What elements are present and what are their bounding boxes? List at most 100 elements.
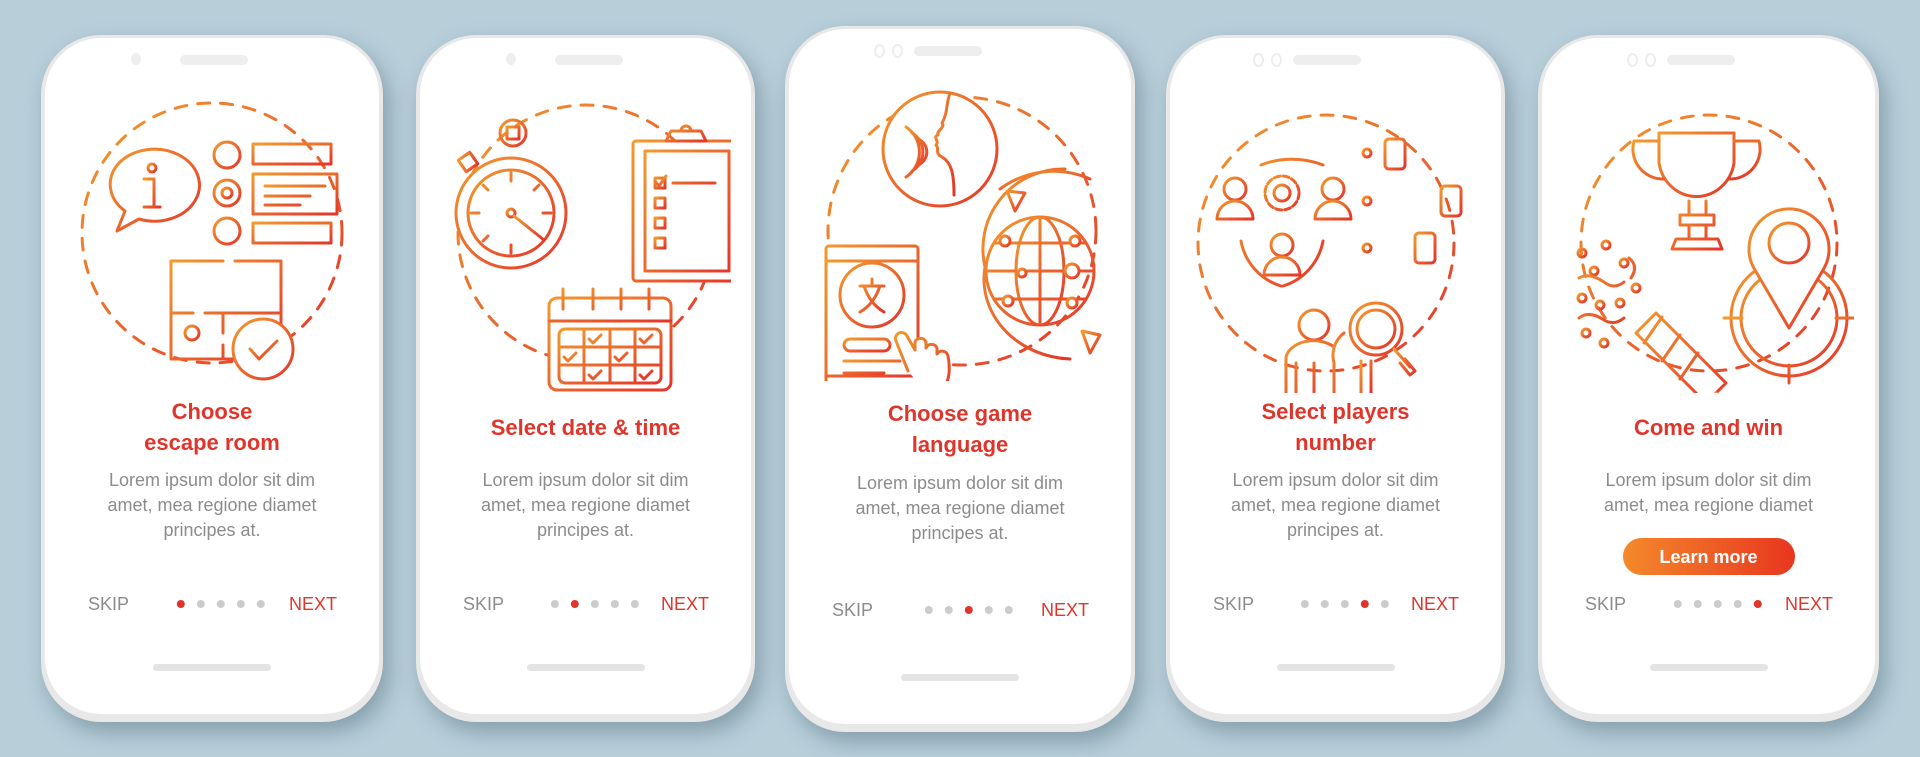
speaker-slot	[1667, 55, 1735, 65]
date-time-icon	[420, 93, 751, 423]
phone-screen: Choose escape room Lorem ipsum dolor sit…	[45, 38, 379, 714]
description-line: amet, mea regione diamet	[1603, 495, 1814, 515]
page-dot-4[interactable]	[984, 606, 993, 614]
skip-button[interactable]: SKIP	[832, 600, 873, 621]
page-dot-2[interactable]	[944, 606, 953, 614]
title-line: language	[911, 432, 1009, 457]
page-indicator	[924, 606, 1013, 614]
page-dot-5[interactable]	[630, 600, 639, 608]
camera-dot	[1253, 53, 1264, 67]
sensor-dot	[1645, 53, 1656, 67]
pager-nav: SKIP NEXT	[1542, 594, 1875, 618]
phone-screen: Select date & time Lorem ipsum dolor sit…	[420, 38, 751, 714]
next-button[interactable]: NEXT	[1785, 594, 1833, 615]
come-and-win-icon	[1542, 93, 1875, 423]
description-line: Lorem ipsum dolor sit dim	[856, 473, 1064, 493]
page-indicator	[176, 600, 265, 608]
description-line: principes at.	[536, 520, 635, 540]
screen-description: Lorem ipsum dolor sit dim amet, mea regi…	[440, 468, 731, 543]
home-indicator[interactable]	[1649, 664, 1768, 671]
description-line: principes at.	[163, 520, 261, 540]
camera-dot	[131, 53, 141, 65]
speaker-slot	[555, 55, 623, 65]
home-indicator[interactable]	[901, 674, 1019, 681]
speaker-slot	[1293, 55, 1361, 65]
page-dot-4[interactable]	[1733, 600, 1742, 608]
home-indicator[interactable]	[526, 664, 645, 671]
page-dot-3[interactable]	[1340, 600, 1349, 608]
learn-more-button[interactable]: Learn more	[1622, 538, 1795, 575]
pager-nav: SKIP NEXT	[789, 600, 1131, 624]
skip-button[interactable]: SKIP	[1585, 594, 1626, 615]
page-dot-1[interactable]	[924, 606, 933, 614]
description-line: principes at.	[1286, 520, 1385, 540]
title-line: escape room	[144, 430, 280, 455]
page-dot-3[interactable]	[216, 600, 225, 608]
pager-nav: SKIP NEXT	[1170, 594, 1501, 618]
description-line: Lorem ipsum dolor sit dim	[482, 470, 689, 490]
description-line: amet, mea regione diamet	[107, 495, 317, 515]
page-indicator	[1673, 600, 1762, 608]
description-line: Lorem ipsum dolor sit dim	[108, 470, 316, 490]
page-dot-2[interactable]	[1693, 600, 1702, 608]
pager-nav: SKIP NEXT	[45, 594, 379, 618]
sensor-dot	[892, 44, 903, 58]
sensor-dot	[1271, 53, 1282, 67]
skip-button[interactable]: SKIP	[1213, 594, 1254, 615]
next-button[interactable]: NEXT	[289, 594, 337, 615]
screen-title: Choose escape room	[55, 396, 369, 458]
onboarding-screen-5: Come and win Lorem ipsum dolor sit dim a…	[1538, 35, 1879, 722]
page-dot-4[interactable]	[610, 600, 619, 608]
description-line: amet, mea regione diamet	[480, 495, 691, 515]
next-button[interactable]: NEXT	[661, 594, 709, 615]
camera-dot	[1627, 53, 1638, 67]
page-dot-1[interactable]	[1300, 600, 1309, 608]
camera-dot	[874, 44, 885, 58]
screen-description: Lorem ipsum dolor sit dim amet, mea regi…	[809, 471, 1111, 546]
game-language-icon	[789, 81, 1131, 411]
page-dot-4[interactable]	[1360, 600, 1369, 608]
screen-title: Come and win	[1552, 412, 1865, 443]
screen-title: Choose game language	[799, 398, 1121, 460]
description-line: Lorem ipsum dolor sit dim	[1605, 470, 1812, 490]
next-button[interactable]: NEXT	[1411, 594, 1459, 615]
screen-description: Lorem ipsum dolor sit dim amet, mea regi…	[65, 468, 359, 543]
page-dot-2[interactable]	[1320, 600, 1329, 608]
page-dot-2[interactable]	[570, 600, 579, 608]
title-line: Come and win	[1633, 415, 1784, 440]
page-dot-5[interactable]	[1004, 606, 1013, 614]
phone-screen: Choose game language Lorem ipsum dolor s…	[789, 29, 1131, 724]
skip-button[interactable]: SKIP	[463, 594, 504, 615]
escape-room-icon	[45, 93, 379, 423]
home-indicator[interactable]	[153, 664, 271, 671]
phone-screen: Come and win Lorem ipsum dolor sit dim a…	[1542, 38, 1875, 714]
page-dot-1[interactable]	[550, 600, 559, 608]
home-indicator[interactable]	[1276, 664, 1395, 671]
onboarding-screen-1: Choose escape room Lorem ipsum dolor sit…	[41, 35, 383, 722]
title-line: Choose	[171, 399, 253, 424]
page-dot-1[interactable]	[1673, 600, 1682, 608]
page-dot-3[interactable]	[1713, 600, 1722, 608]
onboarding-screen-2: Select date & time Lorem ipsum dolor sit…	[416, 35, 755, 722]
camera-dot	[506, 53, 516, 65]
pager-nav: SKIP NEXT	[420, 594, 751, 618]
page-dot-3[interactable]	[590, 600, 599, 608]
page-indicator	[1300, 600, 1389, 608]
speaker-slot	[180, 55, 248, 65]
onboarding-screen-4: Select players number Lorem ipsum dolor …	[1166, 35, 1505, 722]
description-line: amet, mea regione diamet	[1230, 495, 1441, 515]
page-dot-5[interactable]	[1380, 600, 1389, 608]
screen-title: Select date & time	[430, 412, 741, 443]
page-dot-5[interactable]	[256, 600, 265, 608]
skip-button[interactable]: SKIP	[88, 594, 129, 615]
page-dot-3[interactable]	[964, 606, 973, 614]
page-dot-1[interactable]	[176, 600, 185, 608]
page-dot-5[interactable]	[1753, 600, 1762, 608]
onboarding-screen-3: Choose game language Lorem ipsum dolor s…	[785, 26, 1135, 732]
page-dot-4[interactable]	[236, 600, 245, 608]
speaker-slot	[914, 46, 982, 56]
players-number-icon	[1170, 93, 1501, 423]
page-indicator	[550, 600, 639, 608]
next-button[interactable]: NEXT	[1041, 600, 1089, 621]
page-dot-2[interactable]	[196, 600, 205, 608]
